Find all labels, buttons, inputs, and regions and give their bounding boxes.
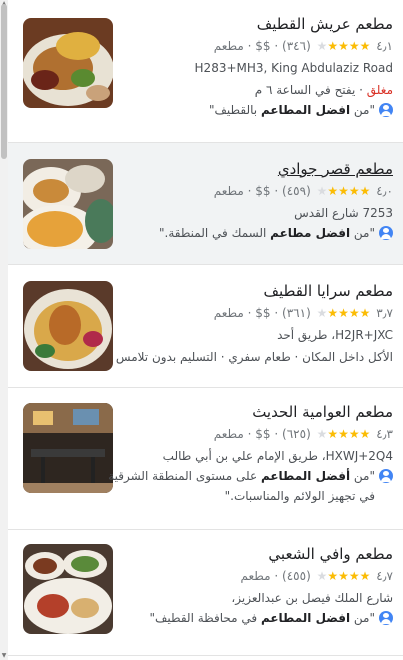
star-rating-icon: ★★★★★ — [316, 427, 372, 441]
user-avatar-icon — [379, 469, 393, 483]
review-count: (٤٥٩) — [282, 184, 311, 198]
star-rating-icon: ★★★★★ — [316, 569, 372, 583]
status-detail: · يفتح في الساعة ٦ م — [254, 83, 367, 97]
restaurant-photo[interactable] — [23, 18, 113, 108]
rating-value: ٤٫١ — [376, 39, 393, 53]
address: شارع الملك فيصل بن عبدالعزيز، — [231, 591, 393, 605]
result-info: مطعم العوامية الحديث ٤٫٣ ★★★★★ (٦٢٥) · $… — [108, 402, 393, 506]
star-rating-icon: ★★★★★ — [316, 184, 372, 198]
result-info: مطعم سرايا القطيف ٣٫٧ ★★★★★ (٣٦١) · $$ ·… — [115, 281, 393, 364]
review-count: (٦٢٥) — [282, 427, 311, 441]
scroll-thumb[interactable] — [1, 4, 7, 159]
service-options: الأكل داخل المكان · طعام سفري · التسليم … — [115, 350, 393, 364]
review-snippet-line2: في تجهيز الولائم والمناسبات." — [224, 489, 375, 503]
rating-value: ٣٫٧ — [376, 306, 393, 320]
result-info: مطعم وافي الشعبي ٤٫٧ ★★★★★ (٤٥٥) · مطعم … — [125, 544, 393, 628]
category: مطعم — [240, 569, 271, 583]
restaurant-name[interactable]: مطعم العوامية الحديث — [125, 402, 393, 422]
status-closed: مغلق — [366, 83, 393, 97]
restaurant-photo[interactable] — [23, 281, 113, 371]
category: مطعم — [213, 306, 244, 320]
address: 7253 شارع القدس — [294, 206, 393, 220]
result-card[interactable]: مطعم سرايا القطيف ٣٫٧ ★★★★★ (٣٦١) · $$ ·… — [8, 265, 403, 388]
user-avatar-icon — [379, 103, 393, 117]
review-count: (٣٦١) — [282, 306, 311, 320]
scroll-down-icon[interactable]: ▼ — [0, 652, 8, 660]
address: HXWJ+2Q4، طريق الإمام علي بن أبي طالب — [162, 449, 393, 463]
restaurant-name[interactable]: مطعم سرايا القطيف — [125, 281, 393, 301]
result-card[interactable]: مطعم وافي الشعبي ٤٫٧ ★★★★★ (٤٥٥) · مطعم … — [8, 530, 403, 656]
result-card[interactable]: مطعم العوامية الحديث ٤٫٣ ★★★★★ (٦٢٥) · $… — [8, 388, 403, 530]
price-level: $$ — [255, 39, 271, 53]
review-snippet: "من افضل مطاعم السمك في المنطقة." — [125, 223, 393, 243]
user-avatar-icon — [379, 226, 393, 240]
restaurant-name[interactable]: مطعم عريش القطيف — [125, 14, 393, 34]
review-count: (٤٥٥) — [282, 569, 311, 583]
scrollbar[interactable]: ▲ ▼ — [0, 0, 8, 660]
rating-value: ٤٫٠ — [376, 184, 393, 198]
restaurant-photo[interactable] — [23, 403, 113, 493]
address: H2JR+JXC، طريق أحد — [277, 328, 393, 342]
user-avatar-icon — [379, 611, 393, 625]
review-snippet: "من أفضل المطاعم على مستوى المنطقة الشرق… — [108, 466, 393, 486]
result-card[interactable]: مطعم قصر جوادي ٤٫٠ ★★★★★ (٤٥٩) · $$ · مط… — [8, 143, 403, 265]
category: مطعم — [213, 39, 244, 53]
result-card[interactable]: مطعم عريش القطيف ٤٫١ ★★★★★ (٣٤٦) · $$ · … — [8, 0, 403, 143]
result-info: مطعم عريش القطيف ٤٫١ ★★★★★ (٣٤٦) · $$ · … — [125, 14, 393, 120]
price-level: $$ — [255, 306, 271, 320]
price-level: $$ — [255, 184, 271, 198]
review-snippet: "من افضل المطاعم في محافظة القطيف" — [125, 608, 393, 628]
category: مطعم — [213, 184, 244, 198]
review-count: (٣٤٦) — [282, 39, 311, 53]
rating-value: ٤٫٧ — [376, 569, 393, 583]
rating-value: ٤٫٣ — [376, 427, 393, 441]
star-rating-icon: ★★★★★ — [316, 306, 372, 320]
category: مطعم — [213, 427, 244, 441]
restaurant-photo[interactable] — [23, 544, 113, 634]
price-level: $$ — [255, 427, 271, 441]
address: H283+MH3, King Abdulaziz Road — [194, 61, 393, 75]
restaurant-photo[interactable] — [23, 159, 113, 249]
restaurant-name[interactable]: مطعم قصر جوادي — [125, 159, 393, 179]
result-info: مطعم قصر جوادي ٤٫٠ ★★★★★ (٤٥٩) · $$ · مط… — [125, 159, 393, 243]
star-rating-icon: ★★★★★ — [316, 39, 372, 53]
restaurant-name[interactable]: مطعم وافي الشعبي — [125, 544, 393, 564]
review-snippet: "من افضل المطاعم بالقطيف" — [125, 100, 393, 120]
